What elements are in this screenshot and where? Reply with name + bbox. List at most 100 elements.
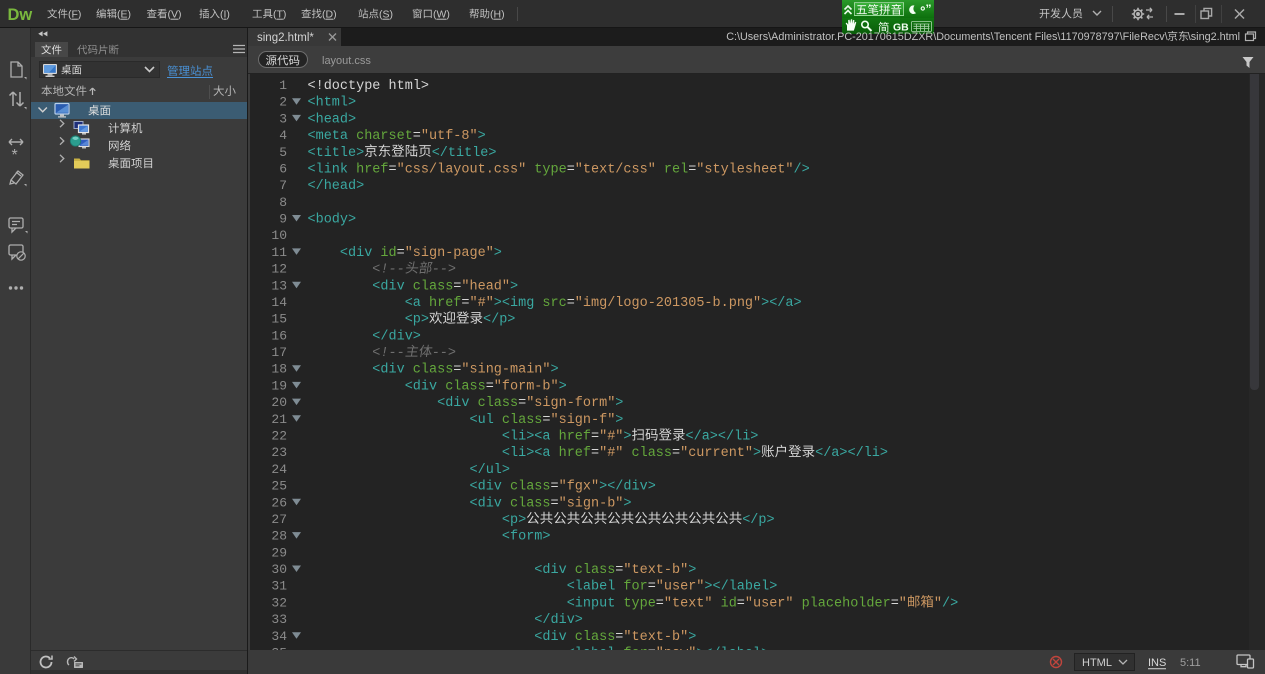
svg-text:"fgx": "fgx" [559,480,600,495]
svg-text:<p>: <p> [502,513,526,528]
svg-text:9: 9 [279,212,287,227]
svg-text:": " [934,596,942,611]
svg-text:<title>: <title> [308,146,365,161]
svg-text:": " [899,596,907,611]
svg-text:</a></li>: </a></li> [686,429,759,444]
svg-text:15: 15 [271,312,287,327]
svg-text:=: = [591,429,599,444]
svg-text:=: = [453,363,461,378]
svg-text:"sign-b": "sign-b" [559,496,624,511]
svg-text:</div>: </div> [372,329,421,344]
svg-text:=: = [551,480,559,495]
svg-text:=: = [486,379,494,394]
svg-text:"text-b": "text-b" [623,563,688,578]
svg-text:<div: <div [340,246,372,261]
svg-text:</p>: </p> [483,313,515,328]
svg-text:class: class [632,446,673,461]
svg-text:24: 24 [271,462,287,477]
svg-text:<li><a: <li><a [502,446,551,461]
svg-text:"current": "current" [680,446,753,461]
svg-text:for: for [623,646,647,661]
svg-text:=: = [413,129,421,144]
svg-text:sing2.html*: sing2.html* [257,32,314,44]
svg-text:=: = [688,162,696,177]
svg-text:=: = [567,296,575,311]
svg-text:>: > [615,396,623,411]
svg-text:\sing2.html: \sing2.html [1188,31,1240,43]
svg-text:=: = [453,279,461,294]
svg-text:></label>: ></label> [696,646,769,661]
svg-text:C:\Users\Administrator.PC-2017: C:\Users\Administrator.PC-20170615DZXR\D… [726,31,1167,43]
svg-text:-->: --> [432,346,456,361]
svg-text:<div: <div [470,496,502,511]
svg-text:<ul: <ul [470,413,494,428]
svg-text:22: 22 [271,428,287,443]
svg-text:<!doctype html>: <!doctype html> [308,79,430,94]
svg-text:></div>: ></div> [599,480,656,495]
svg-text:"sign-form": "sign-form" [526,396,615,411]
svg-text:"text/css": "text/css" [575,162,656,177]
svg-text:=: = [542,413,550,428]
svg-text:"utf-8": "utf-8" [421,129,478,144]
svg-text:32: 32 [271,595,287,610]
svg-text:<div: <div [372,363,404,378]
svg-text:<form>: <form> [502,530,551,545]
svg-text:"psw": "psw" [656,646,697,661]
svg-text:<label: <label [567,646,616,661]
svg-text:<meta: <meta [308,129,349,144]
svg-text:"sign-f": "sign-f" [551,413,616,428]
svg-text:charset: charset [356,129,413,144]
svg-text:class: class [413,363,454,378]
svg-text:11: 11 [271,245,287,260]
svg-text:"text-b": "text-b" [623,630,688,645]
svg-text:</p>: </p> [742,513,774,528]
svg-text:=: = [737,596,745,611]
svg-text:14: 14 [271,295,287,310]
svg-text:20: 20 [271,395,287,410]
svg-text:<li><a: <li><a [502,429,551,444]
svg-text:HTML: HTML [1082,657,1112,669]
svg-text:<a: <a [405,296,421,311]
svg-text:4: 4 [279,128,287,143]
svg-text:"text": "text" [664,596,713,611]
svg-text:=: = [397,246,405,261]
svg-text:29: 29 [271,545,287,560]
svg-text:id: id [380,246,396,261]
svg-text:"#": "#" [599,429,623,444]
svg-text:</ul>: </ul> [470,463,511,478]
svg-text:class: class [575,563,616,578]
svg-text:3: 3 [279,111,287,126]
svg-text:10: 10 [271,228,287,243]
svg-text:id: id [721,596,737,611]
svg-text:class: class [510,480,551,495]
svg-text:href: href [559,429,591,444]
svg-text:>: > [623,496,631,511]
svg-text:href: href [559,446,591,461]
svg-text:-->: --> [432,263,456,278]
svg-text:=: = [461,296,469,311]
svg-text:</a></li>: </a></li> [815,446,888,461]
svg-text:33: 33 [271,612,287,627]
svg-text:>: > [753,446,761,461]
svg-text:class: class [502,413,543,428]
svg-text:>: > [559,379,567,394]
svg-text:</title>: </title> [432,146,497,161]
svg-text:=: = [551,496,559,511]
svg-text:</head>: </head> [308,179,365,194]
svg-text:<div: <div [534,630,566,645]
svg-text:src: src [542,296,566,311]
svg-text:18: 18 [271,362,287,377]
svg-text:"sing-main": "sing-main" [461,363,550,378]
svg-text:7: 7 [279,178,287,193]
svg-text:<link: <link [308,162,349,177]
svg-text:></label>: ></label> [704,580,777,595]
svg-text:<p>: <p> [405,313,429,328]
svg-text:=: = [567,162,575,177]
svg-text:=: = [615,630,623,645]
svg-text:*: * [12,147,18,164]
svg-text:"css/layout.css": "css/layout.css" [397,162,527,177]
svg-text:"head": "head" [461,279,510,294]
svg-text:></a>: ></a> [761,296,802,311]
svg-text:35: 35 [271,645,287,660]
svg-text:Dw: Dw [8,6,33,24]
